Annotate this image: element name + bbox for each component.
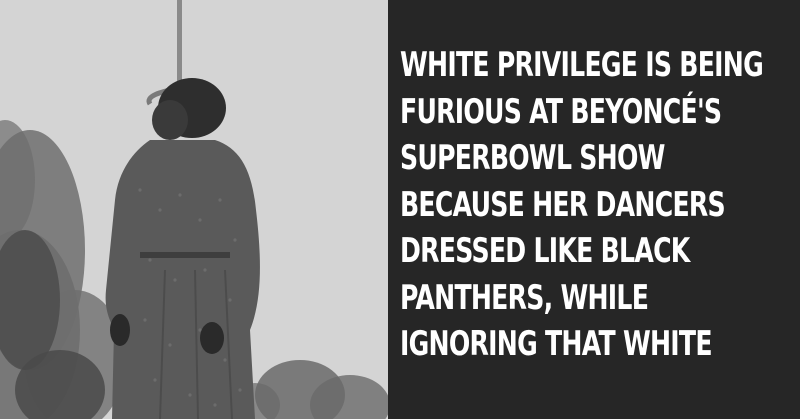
figure-hand-right: [200, 322, 224, 354]
historical-photo: [0, 0, 388, 419]
caption-line-2: FURIOUS AT BEYONCÉ'S: [400, 91, 722, 132]
caption-line-3: SUPERBOWL SHOW: [400, 138, 665, 178]
caption-line-7: IGNORING THAT WHITE: [400, 324, 713, 364]
figure-dress: [105, 140, 260, 419]
figure-belt: [140, 252, 230, 258]
caption-panel: WHITE PRIVILEGE IS BEING FURIOUS AT BEYO…: [388, 0, 800, 419]
meme-image: WHITE PRIVILEGE IS BEING FURIOUS AT BEYO…: [0, 0, 800, 419]
rope: [177, 0, 182, 92]
caption-line-4: BECAUSE HER DANCERS: [400, 184, 726, 225]
figure-hand-left: [110, 314, 130, 346]
caption-line-1: WHITE PRIVILEGE IS BEING: [400, 45, 764, 85]
photo-illustration: [0, 0, 388, 419]
caption-line-6: PANTHERS, WHILE: [400, 277, 649, 318]
caption-line-5: DRESSED LIKE BLACK: [400, 231, 690, 271]
